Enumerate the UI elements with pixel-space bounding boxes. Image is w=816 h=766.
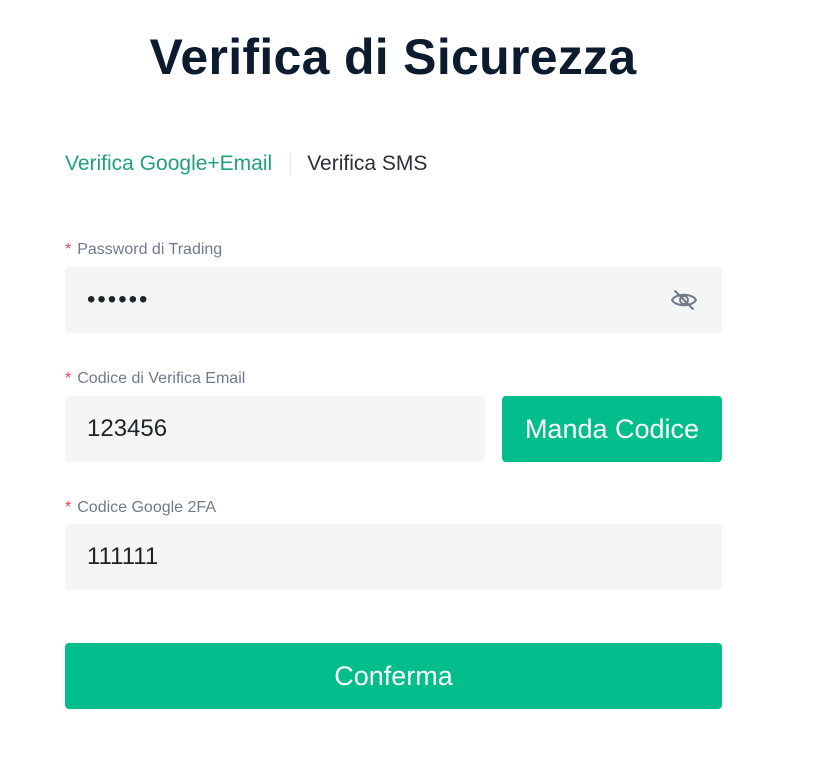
email-code-input[interactable] — [87, 396, 485, 462]
google-2fa-label-text: Codice Google 2FA — [77, 499, 216, 516]
trading-password-input[interactable] — [87, 267, 722, 333]
required-marker: * — [65, 241, 72, 258]
trading-password-label: * Password di Trading — [65, 241, 222, 259]
google-2fa-input[interactable] — [87, 524, 722, 590]
required-marker: * — [65, 370, 72, 387]
trading-password-label-text: Password di Trading — [77, 241, 223, 258]
send-code-button[interactable]: Manda Codice — [502, 396, 722, 462]
page-title: Verifica di Sicurezza — [149, 29, 637, 85]
required-marker: * — [65, 499, 72, 516]
trading-password-field-container — [65, 267, 722, 333]
eye-off-icon[interactable] — [670, 287, 698, 313]
email-code-field-container — [65, 396, 485, 462]
confirm-button[interactable]: Conferma — [65, 643, 722, 709]
tab-sms[interactable]: Verifica SMS — [307, 150, 427, 178]
email-code-label: * Codice di Verifica Email — [65, 370, 245, 388]
google-2fa-label: * Codice Google 2FA — [65, 499, 216, 517]
tab-google-email[interactable]: Verifica Google+Email — [65, 150, 272, 178]
tab-divider — [290, 153, 292, 175]
verification-tabs: Verifica Google+Email Verifica SMS — [65, 150, 427, 178]
google-2fa-field-container — [65, 524, 722, 590]
email-code-label-text: Codice di Verifica Email — [77, 370, 246, 387]
